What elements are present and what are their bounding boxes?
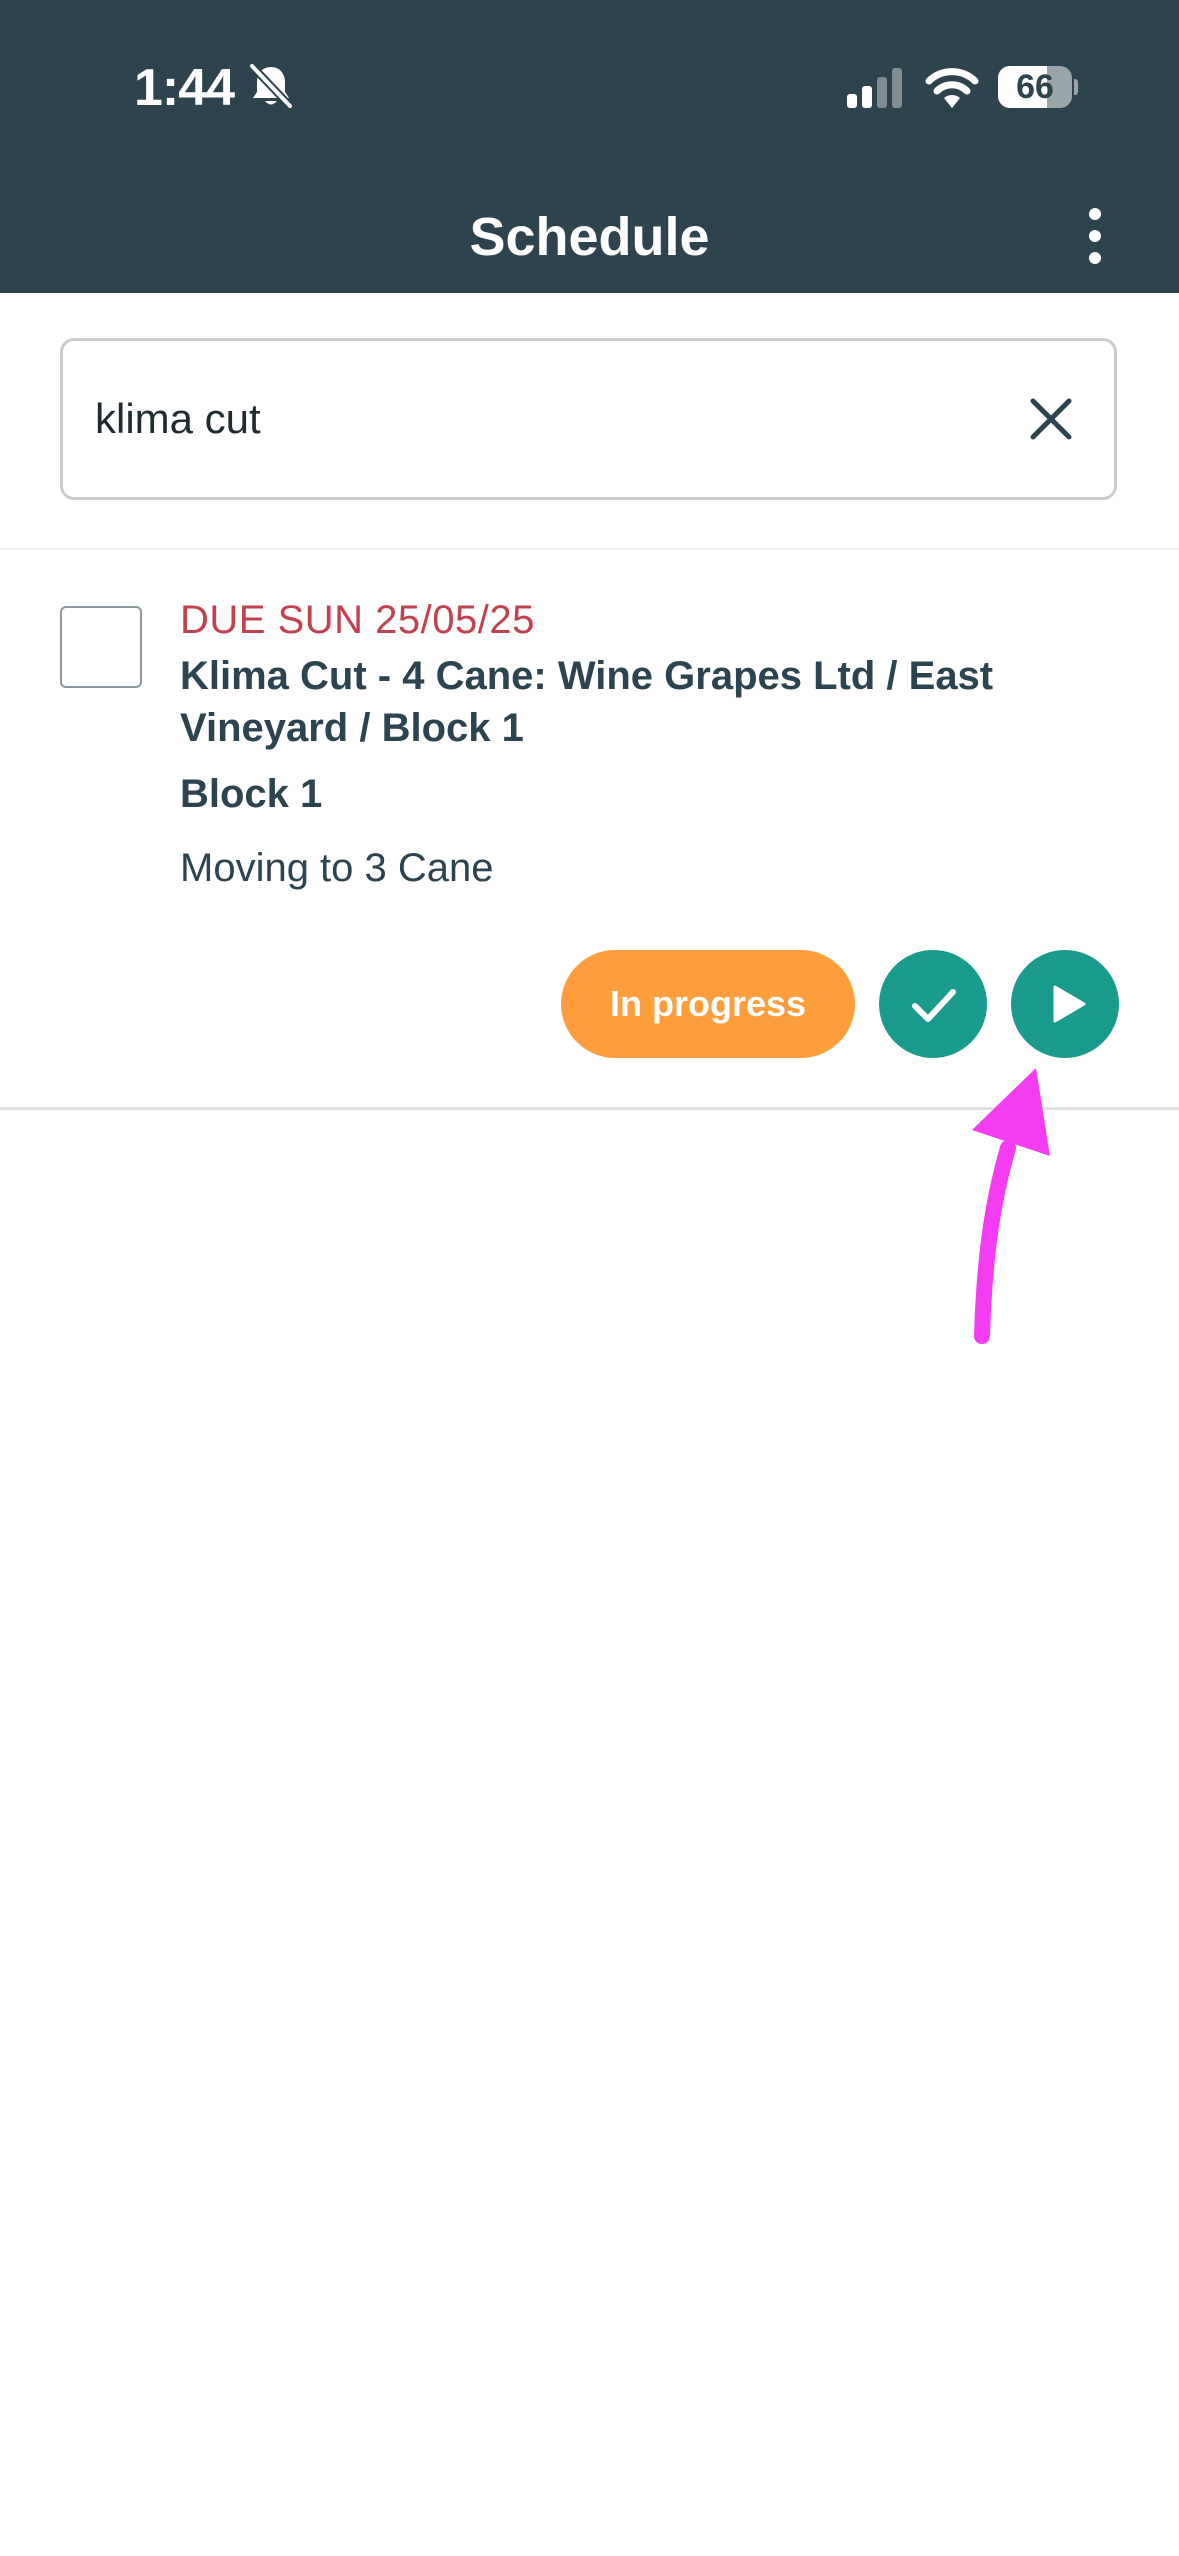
- task-checkbox[interactable]: [60, 606, 142, 688]
- check-icon: [912, 989, 956, 1022]
- close-icon[interactable]: [1025, 393, 1077, 445]
- search-field[interactable]: [60, 338, 1117, 500]
- battery-level: 66: [1016, 68, 1054, 106]
- page-title: Schedule: [469, 207, 710, 267]
- cellular-signal-icon: [847, 68, 902, 108]
- task-title[interactable]: Klima Cut - 4 Cane: Wine Grapes Ltd / Ea…: [180, 650, 1120, 754]
- status-time: 1:44: [134, 59, 235, 117]
- complete-button[interactable]: [879, 950, 987, 1058]
- divider: [0, 548, 1179, 550]
- play-icon: [1053, 985, 1086, 1023]
- more-vertical-icon[interactable]: [1080, 206, 1110, 266]
- task-note: Moving to 3 Cane: [180, 846, 494, 890]
- bell-slash-icon: [249, 63, 293, 109]
- battery-icon: 66: [998, 66, 1072, 108]
- battery-indicator: 66: [998, 66, 1078, 108]
- task-block-name: Block 1: [180, 772, 323, 816]
- start-button[interactable]: [1011, 950, 1119, 1058]
- annotation-arrow-icon: [972, 1068, 1050, 1344]
- app-header: 1:44 66 Schedule: [0, 0, 1179, 293]
- due-date-label: DUE SUN 25/05/25: [180, 598, 535, 642]
- wifi-icon: [925, 68, 979, 108]
- battery-nub: [1074, 79, 1078, 95]
- search-input[interactable]: [95, 381, 995, 457]
- status-badge[interactable]: In progress: [561, 950, 855, 1058]
